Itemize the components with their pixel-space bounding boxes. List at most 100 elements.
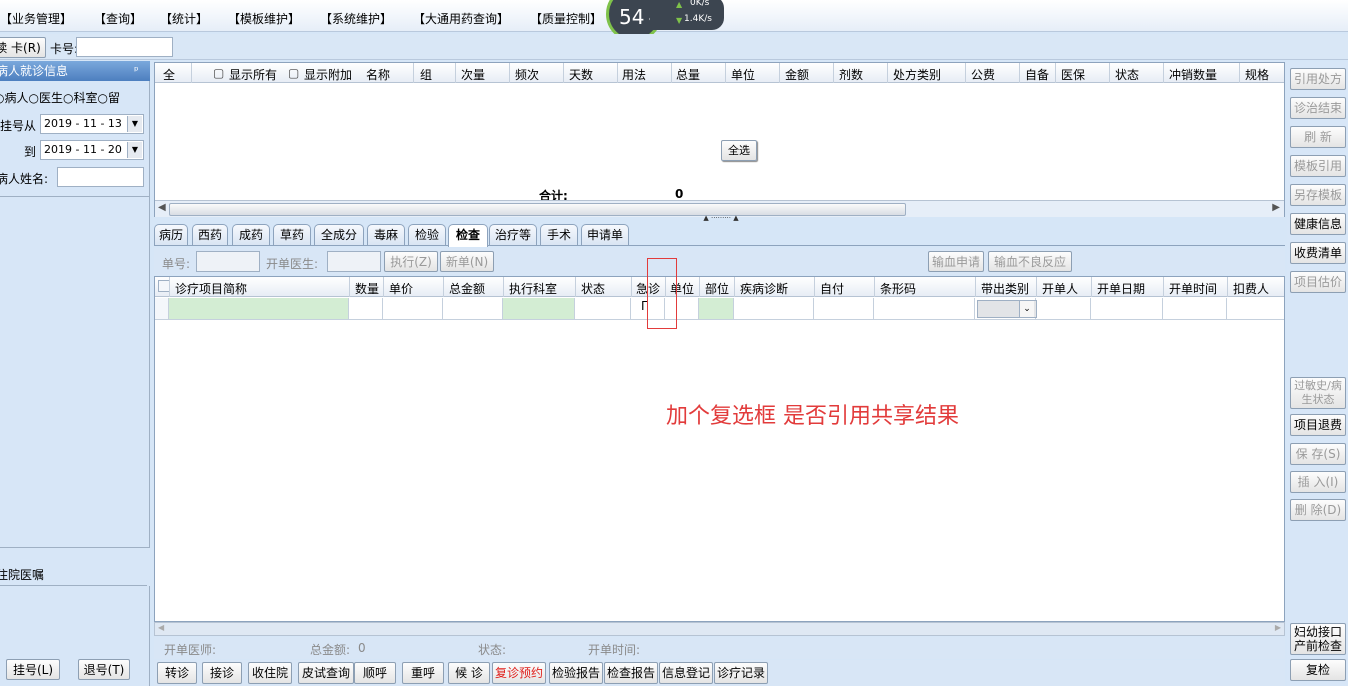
save-as-template-button[interactable]: 另存模板 (1290, 184, 1346, 206)
select-all-button[interactable]: 全选 (721, 140, 757, 161)
refresh-button[interactable]: 刷 新 (1290, 126, 1346, 148)
scroll-left-icon[interactable]: ◀ (158, 202, 166, 213)
cell-body-part[interactable] (699, 298, 734, 320)
pin-icon[interactable]: ᵖ (134, 61, 139, 81)
radio-stay-label[interactable]: 留 (108, 91, 120, 105)
radio-stay-icon[interactable]: ○ (98, 91, 108, 105)
follow-up-booking-button[interactable]: 复诊预约 (492, 662, 546, 684)
show-extra-label[interactable]: 显示附加 (304, 66, 352, 83)
chevron-down-icon[interactable]: ⌄ (1019, 301, 1034, 317)
tab-treatment[interactable]: 治疗等 (489, 224, 537, 245)
tab-patent-medicine[interactable]: 成药 (232, 224, 270, 245)
receive-button[interactable]: 接诊 (202, 662, 242, 684)
col-issue-date: 开单日期 (1097, 282, 1146, 296)
maternal-prenatal-button[interactable]: 妇幼接口产前检查 (1290, 623, 1346, 655)
admit-button[interactable]: 收住院 (248, 662, 292, 684)
cell-carry-type[interactable]: ⌄ (975, 298, 1037, 320)
menu-quality[interactable]: 【质量控制】 (530, 10, 602, 27)
recall-button[interactable]: 重呼 (402, 662, 444, 684)
item-estimate-button[interactable]: 项目估价 (1290, 271, 1346, 293)
new-order-button[interactable]: 新单(N) (440, 251, 494, 272)
scroll-right-icon[interactable]: ▶ (1272, 202, 1280, 213)
tab-surgery[interactable]: 手术 (540, 224, 578, 245)
tab-western-medicine[interactable]: 西药 (192, 224, 228, 245)
waiting-button[interactable]: 候 诊 (448, 662, 490, 684)
radio-dept-label[interactable]: 科室 (73, 91, 97, 105)
cell-issuer[interactable] (1036, 298, 1091, 320)
cell-charger[interactable] (1227, 298, 1284, 320)
menu-drug-query[interactable]: 【大通用药查询】 (413, 10, 509, 27)
carry-type-select[interactable]: ⌄ (977, 300, 1037, 318)
cell-diagnosis[interactable] (734, 298, 814, 320)
tab-herbal-medicine[interactable]: 草药 (273, 224, 311, 245)
menu-business[interactable]: 【业务管理】 (0, 10, 72, 27)
quote-prescription-button[interactable]: 引用处方 (1290, 68, 1346, 90)
tab-lab-test[interactable]: 检验 (408, 224, 446, 245)
menu-query[interactable]: 【查询】 (94, 10, 142, 27)
tab-full-ingredients[interactable]: 全成分 (314, 224, 364, 245)
cell-issue-time[interactable] (1163, 298, 1227, 320)
tab-application-form[interactable]: 申请单 (581, 224, 629, 245)
card-number-input[interactable] (76, 37, 173, 57)
cell-barcode[interactable] (874, 298, 975, 320)
template-quote-button[interactable]: 模板引用 (1290, 155, 1346, 177)
end-diagnosis-button[interactable]: 诊治结束 (1290, 97, 1346, 119)
skin-test-query-button[interactable]: 皮试查询 (298, 662, 354, 684)
chevron-down-icon[interactable]: ▼ (127, 142, 142, 158)
lab-report-button[interactable]: 检验报告 (549, 662, 603, 684)
tab-narcotics[interactable]: 毒麻 (367, 224, 405, 245)
cell-unit-price[interactable] (383, 298, 443, 320)
exam-grid-scrollbar[interactable]: ◀ ▶ (154, 622, 1285, 636)
transfusion-adverse-button[interactable]: 输血不良反应 (988, 251, 1072, 272)
cell-exec-dept[interactable] (503, 298, 575, 320)
radio-doctor-label[interactable]: 医生 (39, 91, 63, 105)
show-all-label[interactable]: 显示所有 (229, 66, 277, 83)
radio-dept-icon[interactable]: ○ (63, 91, 73, 105)
col-name: 名称 (366, 68, 391, 82)
scroll-thumb[interactable] (169, 203, 906, 216)
delete-button[interactable]: 删 除(D) (1290, 499, 1346, 521)
health-info-button[interactable]: 健康信息 (1290, 213, 1346, 235)
show-all-checkbox[interactable]: ▢ (213, 66, 224, 80)
menu-system[interactable]: 【系统维护】 (320, 10, 392, 27)
transfer-button[interactable]: 转诊 (157, 662, 197, 684)
recheck-button[interactable]: 复检 (1290, 659, 1346, 681)
item-refund-button[interactable]: 项目退费 (1290, 414, 1346, 436)
register-button[interactable]: 挂号(L) (6, 659, 60, 680)
tab-medical-record[interactable]: 病历 (154, 224, 188, 245)
patient-name-input[interactable] (57, 167, 144, 187)
cell-self-pay[interactable] (814, 298, 874, 320)
from-date-picker[interactable]: 2019 - 11 - 13 ▼ (40, 114, 144, 134)
transfusion-apply-button[interactable]: 输血申请 (928, 251, 984, 272)
treatment-record-button[interactable]: 诊疗记录 (714, 662, 768, 684)
call-next-button[interactable]: 顺呼 (354, 662, 396, 684)
cell-item-name[interactable] (169, 298, 349, 320)
exam-report-button[interactable]: 检查报告 (604, 662, 658, 684)
order-no-input[interactable] (196, 251, 260, 272)
scroll-right-icon[interactable]: ▶ (1275, 623, 1281, 632)
cell-issue-date[interactable] (1091, 298, 1163, 320)
col-select-all[interactable]: 全 (163, 66, 175, 83)
radio-doctor-icon[interactable]: ○ (29, 91, 39, 105)
info-register-button[interactable]: 信息登记 (659, 662, 713, 684)
unregister-button[interactable]: 退号(T) (78, 659, 130, 680)
menu-template[interactable]: 【模板维护】 (228, 10, 300, 27)
radio-patient-label[interactable]: 病人 (4, 91, 28, 105)
cell-total-amount[interactable] (443, 298, 503, 320)
tab-examination[interactable]: 检查 (448, 224, 488, 247)
insert-button[interactable]: 插 入(I) (1290, 471, 1346, 493)
save-button[interactable]: 保 存(S) (1290, 443, 1346, 465)
cell-quantity[interactable] (349, 298, 383, 320)
scroll-left-icon[interactable]: ◀ (158, 623, 164, 632)
splitter-handle[interactable]: ▲ ········· ▲ (686, 215, 756, 222)
read-card-button[interactable]: 读 卡(R) (0, 37, 46, 58)
cell-state[interactable] (575, 298, 631, 320)
show-extra-checkbox[interactable]: ▢ (288, 66, 299, 80)
doctor-input[interactable] (327, 251, 381, 272)
execute-button[interactable]: 执行(Z) (384, 251, 438, 272)
menu-statistics[interactable]: 【统计】 (160, 10, 208, 27)
to-date-picker[interactable]: 2019 - 11 - 20 ▼ (40, 140, 144, 160)
allergy-history-button[interactable]: 过敏史/病生状态 (1290, 377, 1346, 409)
chevron-down-icon[interactable]: ▼ (127, 116, 142, 132)
fee-list-button[interactable]: 收费清单 (1290, 242, 1346, 264)
